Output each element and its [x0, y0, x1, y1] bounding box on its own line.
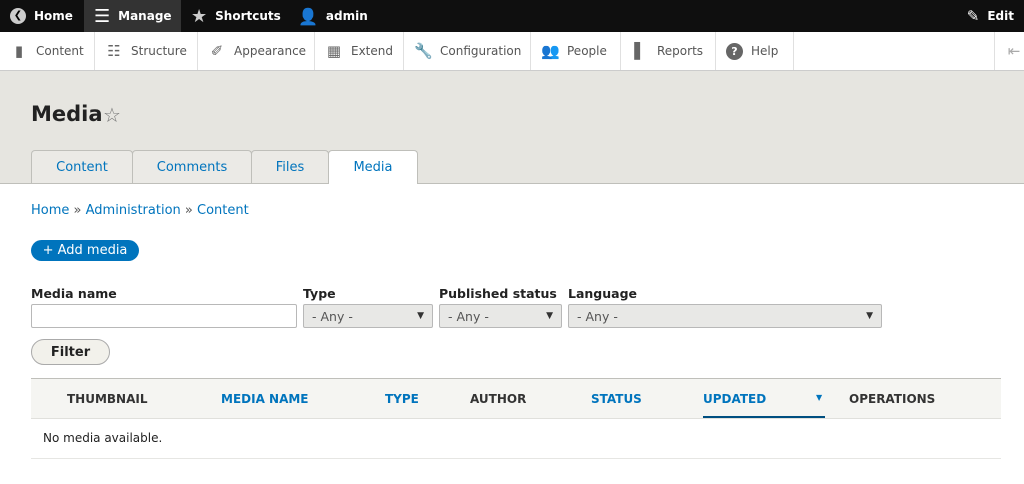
menu-icon: ☰ [94, 5, 111, 27]
tray-structure[interactable]: ☷ Structure [95, 32, 198, 70]
language-label: Language [568, 286, 638, 301]
shortcut-star-icon[interactable]: ☆ [103, 103, 121, 127]
admin-toolbar: ❮ Home ☰ Manage ★ Shortcuts 👤 admin ✎ Edit [0, 0, 1024, 32]
toolbar-user[interactable]: 👤 admin [288, 0, 378, 32]
col-media-name[interactable]: MEDIA NAME [221, 392, 309, 406]
col-updated[interactable]: UPDATED [703, 392, 766, 406]
sitemap-icon: ☷ [107, 42, 121, 60]
people-icon: 👥 [541, 42, 560, 60]
tray-label: Content [36, 44, 84, 58]
tray-label: Configuration [440, 44, 522, 58]
col-thumbnail: THUMBNAIL [67, 392, 148, 406]
tray-appearance[interactable]: ✐ Appearance [198, 32, 315, 70]
empty-message: No media available. [43, 431, 163, 445]
wrench-icon: 🔧 [414, 42, 433, 60]
tray-label: Reports [657, 44, 704, 58]
col-status[interactable]: STATUS [591, 392, 642, 406]
tab-content[interactable]: Content [31, 150, 133, 184]
breadcrumb-sep: » [184, 203, 193, 218]
toolbar-home[interactable]: ❮ Home [0, 0, 83, 32]
sort-desc-icon[interactable]: ▼ [816, 393, 822, 402]
dropdown-arrow-icon: ▼ [866, 311, 873, 321]
col-author: AUTHOR [470, 392, 527, 406]
add-media-button[interactable]: + Add media [31, 240, 139, 261]
tray-label: Appearance [234, 44, 307, 58]
col-operations: OPERATIONS [849, 392, 936, 406]
filter-button[interactable]: Filter [31, 339, 110, 365]
tab-media[interactable]: Media [328, 150, 418, 184]
back-icon: ❮ [10, 8, 26, 24]
published-status-select[interactable]: - Any - ▼ [439, 304, 562, 328]
col-type[interactable]: TYPE [385, 392, 419, 406]
manage-label: Manage [118, 9, 172, 23]
pencil-icon: ✎ [966, 7, 980, 25]
media-name-input[interactable] [31, 304, 297, 328]
tray-orientation-toggle[interactable]: ⇤ [994, 32, 1024, 70]
type-value: - Any - [312, 308, 353, 324]
dropdown-arrow-icon: ▼ [417, 311, 424, 321]
table-row [31, 419, 1001, 459]
collapse-icon: ⇤ [1007, 42, 1021, 60]
admin-tray: ▮ Content ☷ Structure ✐ Appearance ▦ Extend … [0, 32, 1024, 71]
language-select[interactable]: - Any - ▼ [568, 304, 882, 328]
shortcuts-label: Shortcuts [215, 9, 281, 23]
tray-label: People [567, 44, 607, 58]
toolbar-shortcuts[interactable]: ★ Shortcuts [181, 0, 291, 32]
help-icon: ? [726, 42, 743, 60]
published-value: - Any - [448, 308, 489, 324]
page-title: Media [31, 102, 103, 126]
tray-label: Extend [351, 44, 393, 58]
user-label: admin [325, 9, 368, 23]
tray-people[interactable]: 👥 People [531, 32, 621, 70]
home-label: Home [34, 9, 73, 23]
language-value: - Any - [577, 308, 618, 324]
breadcrumb-home[interactable]: Home [31, 203, 69, 218]
breadcrumb-sep: » [73, 203, 82, 218]
tray-help[interactable]: ? Help [716, 32, 794, 70]
paintbrush-icon: ✐ [210, 42, 224, 60]
table-header: THUMBNAIL MEDIA NAME TYPE AUTHOR STATUS … [31, 378, 1001, 419]
tabs-divider [0, 183, 1024, 184]
dropdown-arrow-icon: ▼ [546, 311, 553, 321]
tray-label: Help [751, 44, 779, 58]
tray-configuration[interactable]: 🔧 Configuration [404, 32, 531, 70]
tab-files[interactable]: Files [251, 150, 329, 184]
tray-extend[interactable]: ▦ Extend [315, 32, 404, 70]
breadcrumb-administration[interactable]: Administration [86, 203, 181, 218]
star-icon: ★ [191, 5, 208, 27]
active-sort-indicator [703, 416, 825, 418]
toolbar-edit[interactable]: ✎ Edit [957, 0, 1024, 32]
type-label: Type [303, 286, 336, 301]
tray-content[interactable]: ▮ Content [0, 32, 95, 70]
edit-label: Edit [987, 9, 1014, 23]
breadcrumb: Home » Administration » Content [31, 203, 249, 218]
type-select[interactable]: - Any - ▼ [303, 304, 433, 328]
file-icon: ▮ [14, 42, 24, 60]
tray-label: Structure [131, 44, 187, 58]
puzzle-icon: ▦ [326, 42, 342, 60]
breadcrumb-content[interactable]: Content [197, 203, 249, 218]
user-icon: 👤 [298, 6, 318, 26]
published-status-label: Published status [439, 286, 557, 301]
toolbar-manage[interactable]: ☰ Manage [84, 0, 181, 32]
tab-comments[interactable]: Comments [132, 150, 252, 184]
tray-reports[interactable]: ▌ Reports [621, 32, 716, 70]
bar-chart-icon: ▌ [634, 42, 646, 60]
media-name-label: Media name [31, 286, 117, 301]
